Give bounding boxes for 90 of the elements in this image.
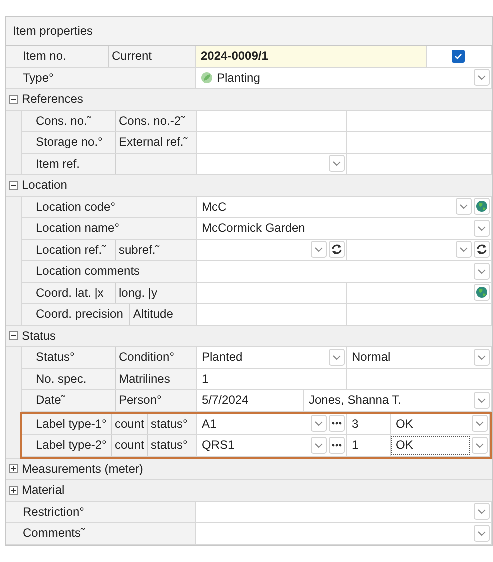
value-field[interactable]: 2024-0009/1 (196, 46, 427, 66)
refresh-icon[interactable] (329, 241, 345, 258)
property-label: Type° (23, 70, 54, 87)
property-label: Location code° (36, 198, 116, 216)
property-label: Coord. lat. |x (36, 284, 104, 302)
property-label: Cons. no.˜ (36, 112, 92, 130)
property-label: Comments˜ (23, 525, 86, 542)
property-label: Coord. precision (36, 306, 124, 324)
collapse-icon[interactable] (9, 180, 18, 190)
dropdown-icon[interactable] (474, 524, 490, 542)
value-field[interactable] (347, 304, 492, 324)
dropdown-icon[interactable] (474, 348, 490, 366)
value-field[interactable] (196, 523, 492, 544)
property-label: Altitude (133, 306, 174, 324)
property-label: Date˜ (36, 392, 66, 410)
value-field[interactable]: 5/7/2024 (197, 390, 304, 410)
property-label: Restriction° (23, 504, 84, 521)
value-field[interactable]: Jones, Shanna T. (304, 390, 492, 410)
more-icon[interactable] (329, 436, 345, 454)
property-label: Item no. (23, 48, 66, 66)
property-label: count (115, 437, 144, 454)
value-field[interactable]: Planted (197, 347, 347, 368)
property-label: Person° (119, 392, 162, 410)
dropdown-icon[interactable] (472, 415, 488, 432)
dropdown-icon[interactable] (474, 69, 490, 86)
collapse-icon[interactable] (9, 94, 18, 104)
property-label: Matrilines (119, 370, 170, 388)
property-label: Status° (36, 349, 75, 366)
property-label: Label type-2° (36, 437, 107, 454)
property-label: No. spec. (36, 370, 87, 388)
globe-icon[interactable] (474, 198, 490, 216)
checkbox[interactable] (452, 50, 465, 63)
section-title: Location (22, 177, 68, 194)
value-field[interactable]: 1 (197, 368, 347, 389)
property-label: External ref.˜ (119, 134, 188, 152)
dropdown-icon[interactable] (474, 392, 490, 409)
value-field[interactable] (197, 240, 347, 260)
value-field[interactable]: OK (391, 435, 490, 456)
value-field[interactable]: 3 (347, 414, 391, 434)
property-label: Current (112, 48, 152, 66)
value-field[interactable] (347, 240, 492, 260)
value-field[interactable] (347, 110, 492, 131)
panel-title: Item properties (13, 23, 94, 40)
section-title: Material (22, 482, 65, 500)
collapse-icon[interactable] (9, 331, 18, 340)
property-label: Condition° (119, 349, 174, 366)
property-label: long. |y (119, 284, 158, 302)
value-field[interactable] (197, 282, 347, 303)
dropdown-icon[interactable] (329, 155, 345, 172)
value-field[interactable]: Normal (347, 347, 492, 368)
property-label: Location name° (36, 220, 120, 238)
more-icon[interactable] (329, 415, 345, 432)
property-label: status° (151, 416, 188, 433)
property-label: count (115, 416, 144, 433)
refresh-icon[interactable] (474, 241, 490, 258)
value-field[interactable] (197, 304, 347, 324)
property-label: Location comments (36, 263, 140, 280)
value-field[interactable]: McC (197, 196, 492, 217)
property-label: Item ref. (36, 156, 80, 173)
value-field[interactable] (197, 110, 347, 131)
dropdown-icon[interactable] (456, 198, 472, 216)
value-field[interactable]: McCormick Garden (197, 218, 492, 238)
value-field[interactable]: QRS1 (197, 435, 347, 456)
dropdown-icon[interactable] (472, 436, 488, 454)
value-field[interactable]: 1 (347, 435, 391, 456)
value-field[interactable]: A1 (197, 414, 347, 434)
expand-icon[interactable] (9, 464, 18, 474)
value-field[interactable] (197, 261, 492, 282)
property-label: status° (151, 437, 188, 454)
value-field[interactable] (197, 132, 347, 152)
property-label: Cons. no.-2˜ (119, 112, 186, 130)
value-field[interactable] (347, 132, 492, 152)
value-field[interactable] (347, 154, 492, 174)
section-title: Measurements (meter) (22, 460, 144, 478)
section-title: References (22, 91, 84, 108)
value-field[interactable] (347, 368, 492, 389)
property-label: Label type-1° (36, 416, 107, 433)
property-label: subref.˜ (119, 242, 160, 259)
property-label: Location ref.˜ (36, 242, 106, 259)
dropdown-icon[interactable] (474, 503, 490, 520)
property-label: Storage no.° (36, 134, 103, 152)
value-field[interactable]: Planting (196, 68, 492, 88)
value-field[interactable] (196, 502, 492, 522)
dropdown-icon[interactable] (329, 348, 345, 366)
expand-icon[interactable] (9, 486, 18, 495)
value-field[interactable] (347, 282, 492, 303)
value-field[interactable] (197, 154, 347, 174)
section-title: Status (22, 328, 56, 345)
globe-icon[interactable] (474, 284, 490, 302)
value-field[interactable]: OK (391, 414, 490, 434)
